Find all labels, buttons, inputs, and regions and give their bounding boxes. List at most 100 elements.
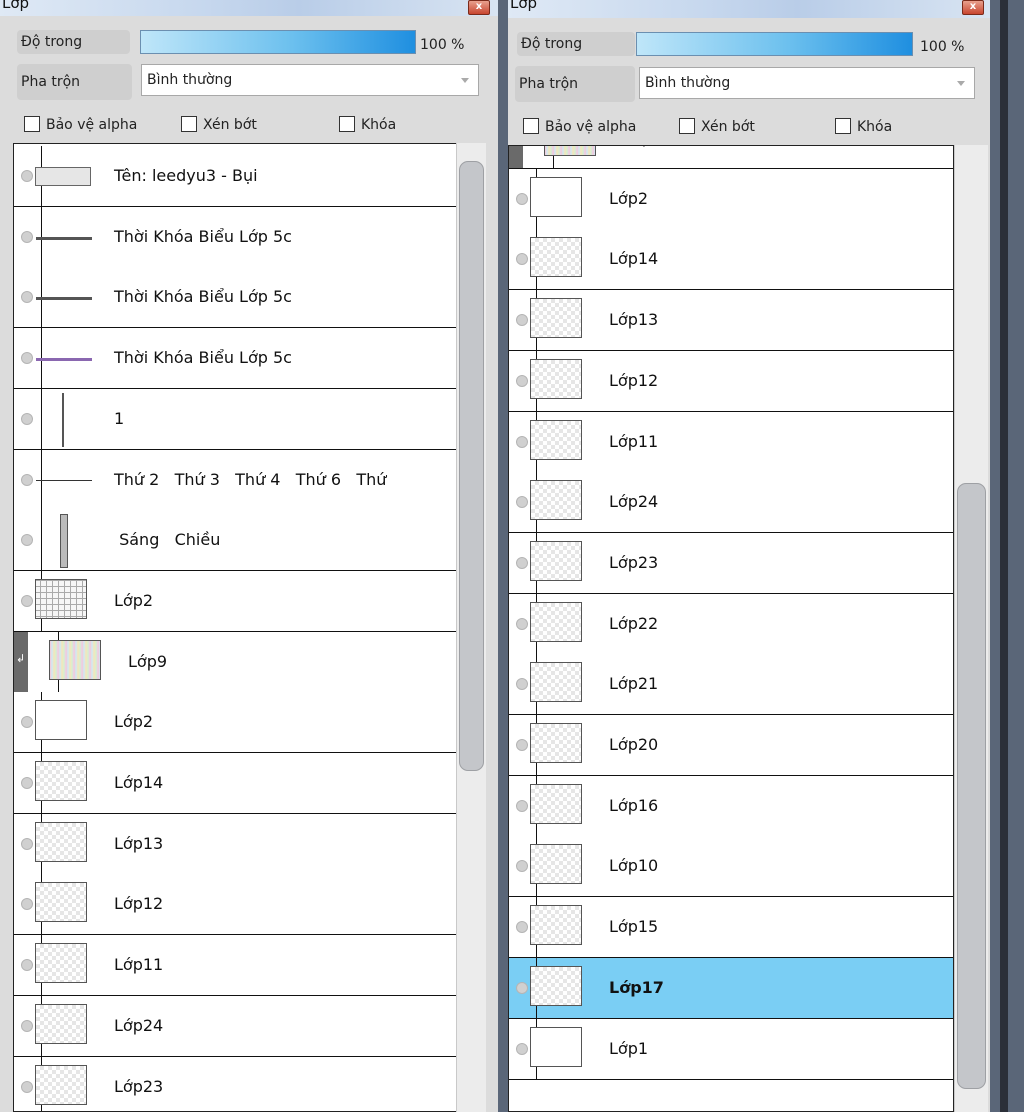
layer-row[interactable]: Lớp14	[14, 753, 460, 814]
layer-thumbnail	[530, 358, 582, 399]
eye-dot-icon[interactable]	[21, 837, 33, 850]
layer-row[interactable]: Tên: leedyu3 - Bụi	[14, 146, 460, 207]
layer-row[interactable]: Lớp13	[509, 290, 953, 352]
visibility-toggle[interactable]	[14, 388, 42, 449]
eye-dot-icon[interactable]	[21, 291, 33, 304]
checkbox-box[interactable]	[24, 116, 40, 132]
checkbox-box[interactable]	[339, 116, 355, 132]
layer-list: ↲ Lớp9 Lớp2 Lớp14 Lớp13 Lớp12 Lớp11 Lớp24 Lớp23 L…	[508, 145, 954, 1112]
chevron-down-icon[interactable]	[461, 78, 469, 83]
opacity-slider[interactable]	[636, 32, 913, 56]
eye-dot-icon[interactable]	[21, 230, 33, 243]
checkbox-clip[interactable]: Xén bớt	[679, 117, 755, 137]
opacity-slider[interactable]	[140, 30, 416, 54]
blend-mode-select[interactable]: Bình thường	[141, 64, 479, 96]
layer-name: Lớp20	[609, 735, 659, 754]
layer-row[interactable]: Thời Khóa Biểu Lớp 5c	[14, 328, 460, 390]
eye-dot-icon[interactable]	[516, 496, 528, 509]
layer-row[interactable]: ↲ Lớp9	[14, 631, 460, 693]
checkbox-alpha-protect[interactable]: Bảo vệ alpha	[523, 117, 636, 137]
layer-row[interactable]: Lớp2	[14, 570, 460, 632]
checkbox-box[interactable]	[523, 118, 539, 134]
layer-row[interactable]: Lớp20	[509, 715, 953, 776]
layer-row[interactable]: Sáng Chiều	[14, 510, 460, 572]
eye-dot-icon[interactable]	[516, 374, 528, 387]
layer-row[interactable]: Lớp24	[14, 995, 460, 1057]
scrollbar-thumb[interactable]	[957, 483, 986, 1089]
eye-dot-icon[interactable]	[516, 314, 528, 327]
eye-dot-icon[interactable]	[516, 799, 528, 812]
chevron-down-icon[interactable]	[957, 81, 965, 86]
layer-row[interactable]: Lớp24	[509, 472, 953, 534]
layer-row[interactable]: Thời Khóa Biểu Lớp 5c	[14, 206, 460, 268]
layer-row[interactable]: Lớp1	[509, 1018, 953, 1080]
eye-dot-icon[interactable]	[516, 435, 528, 448]
eye-dot-icon[interactable]	[516, 981, 528, 994]
eye-dot-icon[interactable]	[21, 716, 33, 729]
eye-dot-icon[interactable]	[21, 412, 33, 425]
layer-row[interactable]: Lớp2	[14, 692, 460, 754]
checkbox-box[interactable]	[181, 116, 197, 132]
layer-row[interactable]: Lớp10	[509, 836, 953, 898]
layer-row[interactable]: Lớp12	[509, 350, 953, 412]
eye-dot-icon[interactable]	[21, 777, 33, 789]
eye-dot-icon[interactable]	[516, 1042, 528, 1055]
layer-row[interactable]: Lớp2	[509, 168, 953, 230]
eye-dot-icon[interactable]	[21, 959, 33, 972]
layer-list-scrollbar[interactable]	[954, 145, 988, 1112]
eye-dot-icon[interactable]	[21, 594, 33, 607]
close-button[interactable]: x	[468, 0, 490, 15]
checkbox-clip[interactable]: Xén bớt	[181, 115, 257, 135]
eye-dot-icon[interactable]	[516, 860, 528, 873]
layer-row[interactable]: Lớp11	[509, 411, 953, 473]
eye-dot-icon[interactable]	[21, 534, 33, 547]
layer-row[interactable]: Lớp17	[509, 957, 953, 1019]
scrollbar-thumb[interactable]	[459, 161, 484, 771]
clip-arrow-icon: ↲	[16, 651, 26, 665]
eye-dot-icon[interactable]	[516, 739, 528, 751]
layer-thumbnail	[530, 783, 582, 824]
eye-dot-icon[interactable]	[516, 556, 528, 569]
layer-row[interactable]: Lớp15	[509, 897, 953, 959]
checkbox-box[interactable]	[835, 118, 851, 134]
visibility-toggle[interactable]	[14, 510, 42, 571]
layer-thumbnail	[530, 601, 582, 642]
layer-row[interactable]: Lớp13	[14, 813, 460, 875]
eye-dot-icon[interactable]	[21, 170, 33, 182]
layer-row[interactable]: Thứ 2 Thứ 3 Thứ 4 Thứ 6 Thứ	[14, 449, 460, 511]
layer-row[interactable]: Lớp23	[14, 1056, 460, 1111]
checkbox-box[interactable]	[679, 118, 695, 134]
blend-mode-label: Pha trộn	[17, 64, 132, 100]
eye-dot-icon[interactable]	[516, 253, 528, 266]
layer-name: Lớp2	[114, 590, 154, 610]
layer-row[interactable]: Lớp16	[509, 775, 953, 837]
eye-dot-icon[interactable]	[21, 898, 33, 911]
eye-dot-icon[interactable]	[516, 921, 528, 934]
eye-dot-icon[interactable]	[21, 1080, 33, 1093]
eye-dot-icon[interactable]	[516, 617, 528, 630]
layer-row[interactable]: Thời Khóa Biểu Lớp 5c	[14, 267, 460, 329]
blend-mode-select[interactable]: Bình thường	[639, 67, 975, 99]
eye-dot-icon[interactable]	[516, 192, 528, 205]
layer-thumbnail	[35, 1003, 87, 1044]
layer-row[interactable]: Lớp12	[14, 874, 460, 936]
close-button[interactable]: x	[962, 0, 984, 15]
layer-row[interactable]: Lớp11	[14, 935, 460, 997]
checkbox-lock[interactable]: Khóa	[339, 115, 396, 135]
layer-row[interactable]: Lớp23	[509, 532, 953, 594]
eye-dot-icon[interactable]	[21, 1019, 33, 1032]
layer-name: Lớp2	[609, 188, 649, 208]
panel-title: Lớp	[510, 0, 538, 12]
layer-row[interactable]: Lớp21	[509, 654, 953, 716]
layer-row[interactable]: Lớp14	[509, 229, 953, 291]
eye-dot-icon[interactable]	[516, 678, 528, 691]
checkbox-lock[interactable]: Khóa	[835, 117, 892, 137]
eye-dot-icon[interactable]	[21, 473, 33, 486]
opacity-value: 100 %	[920, 39, 965, 55]
layer-row[interactable]: ↲ Lớp9	[509, 146, 953, 169]
layer-list-scrollbar[interactable]	[456, 143, 486, 1112]
layer-row[interactable]: Lớp22	[509, 593, 953, 655]
checkbox-alpha-protect[interactable]: Bảo vệ alpha	[24, 115, 137, 135]
layer-row[interactable]: 1	[14, 388, 460, 450]
eye-dot-icon[interactable]	[21, 352, 33, 365]
